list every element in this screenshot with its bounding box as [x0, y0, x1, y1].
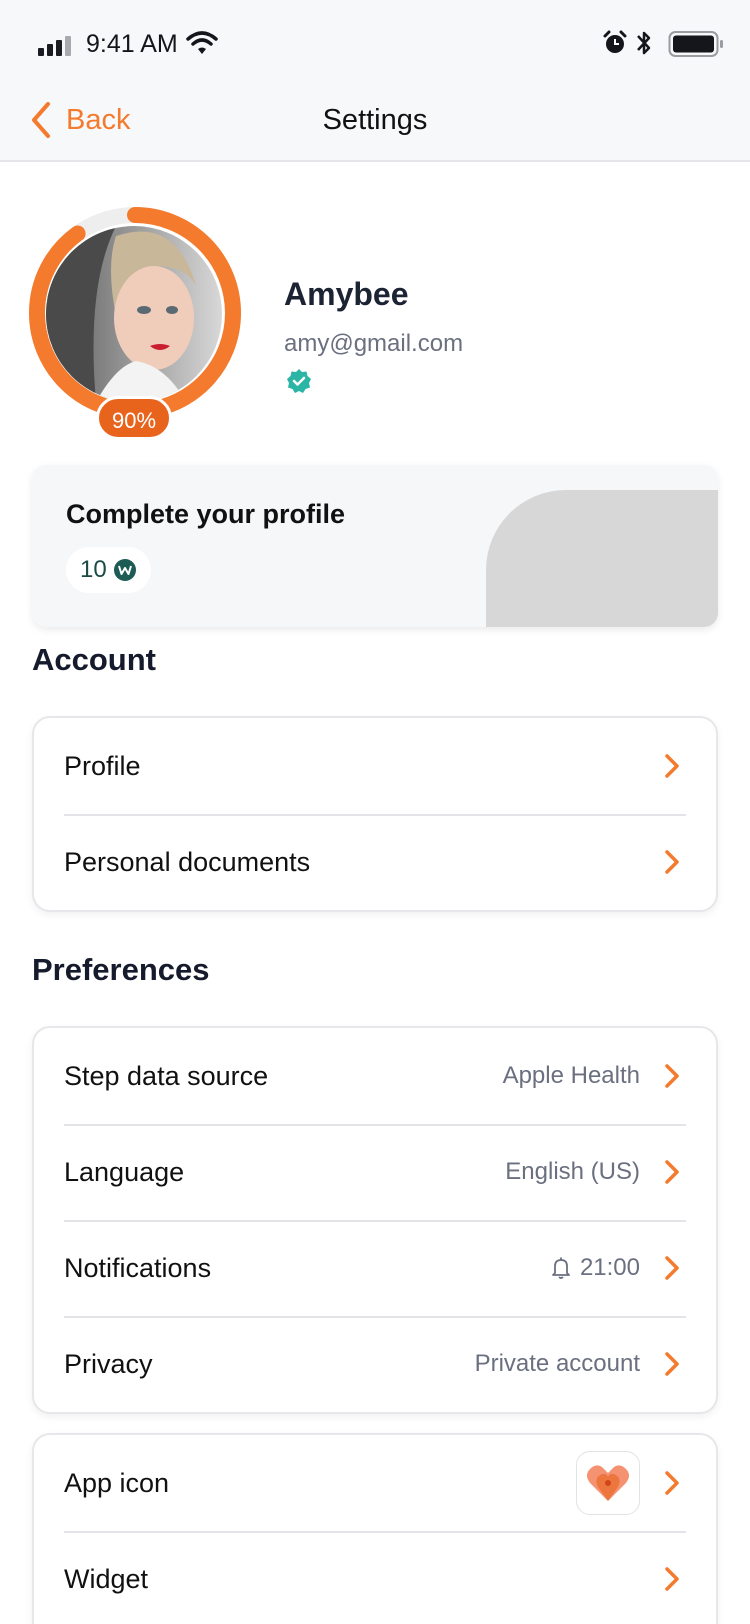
- top-bar: 9:41 AM Back Settings: [0, 0, 750, 162]
- reward-points: 10: [80, 556, 107, 583]
- avatar-photo: [46, 226, 222, 402]
- page-title: Settings: [322, 104, 428, 136]
- bell-icon: [552, 1257, 570, 1279]
- chevron-right-icon: [665, 1567, 679, 1591]
- settings-row-notifications[interactable]: Notifications 21:00: [34, 1220, 716, 1316]
- avatar[interactable]: [46, 226, 222, 402]
- account-card: Profile Personal documents: [32, 716, 718, 912]
- appearance-card: App icon Widget: [32, 1433, 718, 1624]
- chevron-right-icon: [665, 850, 679, 874]
- settings-row-profile[interactable]: Profile: [34, 718, 716, 814]
- alarm-icon: [603, 30, 627, 53]
- settings-row-step-data-source[interactable]: Step data source Apple Health: [34, 1028, 716, 1124]
- settings-row-personal-documents[interactable]: Personal documents: [34, 814, 716, 910]
- complete-profile-card[interactable]: Complete your profile 10: [32, 465, 718, 627]
- row-label: Widget: [64, 1563, 149, 1594]
- row-label: Language: [64, 1156, 185, 1187]
- row-label: App icon: [64, 1467, 170, 1498]
- row-value: Private account: [475, 1350, 640, 1378]
- row-label: Step data source: [64, 1060, 269, 1091]
- settings-row-language[interactable]: Language English (US): [34, 1124, 716, 1220]
- settings-row-privacy[interactable]: Privacy Private account: [34, 1316, 716, 1412]
- complete-profile-title: Complete your profile: [66, 499, 346, 529]
- row-label: Profile: [64, 750, 141, 781]
- heart-location-icon: [587, 1465, 629, 1501]
- reward-pill: 10: [66, 547, 151, 593]
- language-value: English (US): [505, 1158, 640, 1185]
- notification-time-value: 21:00: [579, 1254, 640, 1281]
- chevron-right-icon: [665, 1256, 679, 1280]
- privacy-value: Private account: [474, 1350, 640, 1377]
- chevron-right-icon: [665, 1352, 679, 1376]
- step-source-value: Apple Health: [502, 1062, 640, 1089]
- bluetooth-icon: [637, 31, 651, 55]
- wifi-icon: [186, 31, 218, 54]
- completion-badge: 90%: [96, 396, 172, 440]
- status-bar: 9:41 AM: [0, 0, 750, 88]
- preferences-card: Step data source Apple Health Language E…: [32, 1026, 718, 1414]
- settings-row-widget[interactable]: Widget: [34, 1531, 716, 1624]
- card-illustration: [486, 490, 718, 627]
- status-time: 9:41 AM: [86, 30, 178, 58]
- battery-icon: [668, 31, 723, 57]
- chevron-right-icon: [665, 1064, 679, 1088]
- preferences-section-title: Preferences: [32, 952, 210, 987]
- row-label: Privacy: [64, 1348, 153, 1379]
- row-label: Personal documents: [64, 846, 311, 877]
- user-email: amy@gmail.com: [284, 330, 464, 357]
- settings-row-app-icon[interactable]: App icon: [34, 1435, 716, 1531]
- verified-badge-icon: [287, 369, 311, 393]
- cellular-signal-icon: [38, 34, 72, 56]
- row-value: 21:00: [550, 1254, 640, 1282]
- chevron-right-icon: [665, 1471, 679, 1495]
- navigation-bar: Back Settings: [0, 88, 750, 162]
- user-name: Amybee: [284, 276, 409, 312]
- chevron-right-icon: [665, 1160, 679, 1184]
- coin-icon: [113, 559, 136, 581]
- profile-header: 90% Amybee amy@gmail.com: [0, 200, 750, 440]
- row-value: Apple Health: [503, 1062, 640, 1090]
- row-label: Notifications: [64, 1252, 212, 1283]
- row-value: English (US): [505, 1158, 640, 1186]
- app-icon-preview: [576, 1451, 640, 1515]
- chevron-right-icon: [665, 754, 679, 778]
- account-section-title: Account: [32, 642, 156, 677]
